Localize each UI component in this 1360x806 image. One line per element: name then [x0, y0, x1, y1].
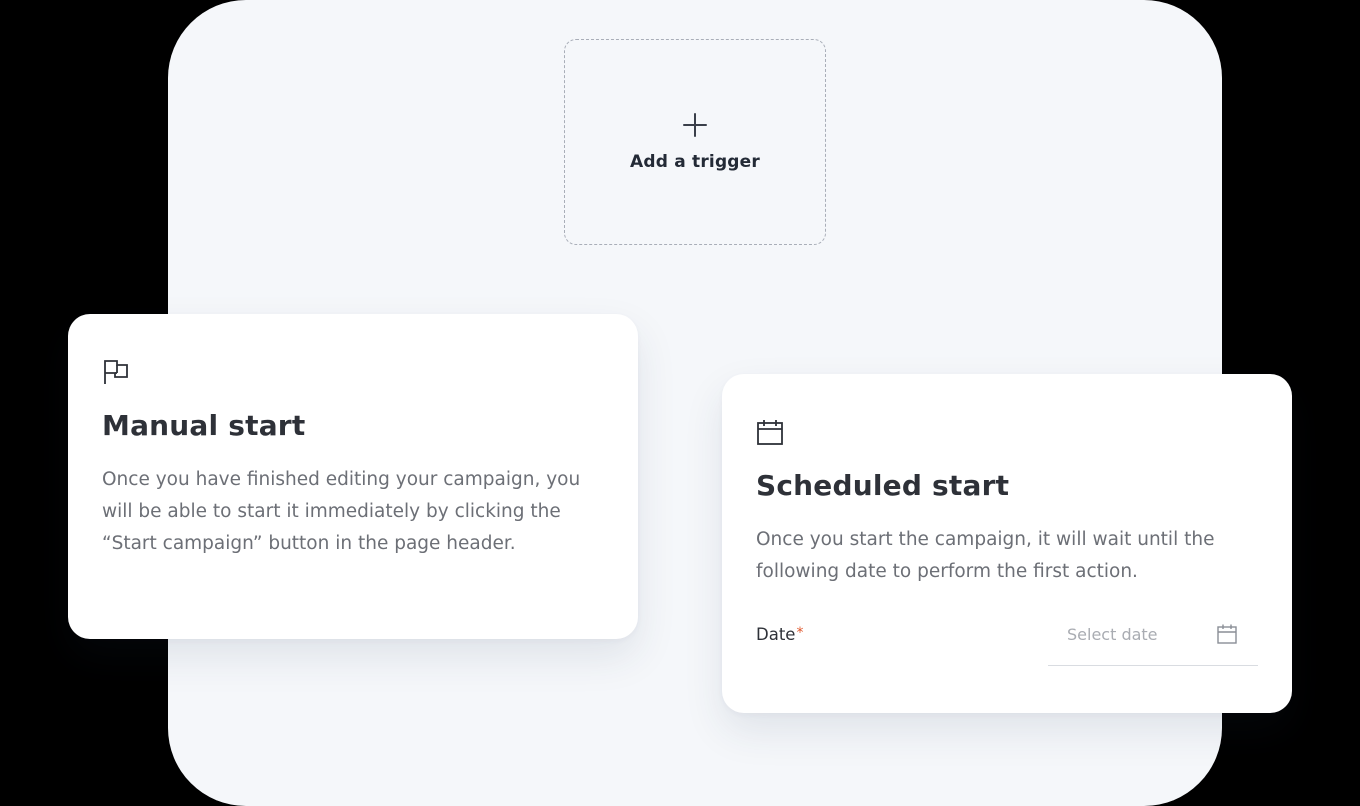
calendar-icon[interactable] — [1216, 623, 1238, 645]
workflow-stage: Add a trigger Manual start Once you have… — [0, 0, 1360, 806]
date-label: Date* — [756, 625, 803, 644]
calendar-icon — [757, 420, 783, 445]
manual-start-description: Once you have finished editing your camp… — [102, 469, 581, 554]
date-row: Date* Select date — [756, 619, 1258, 667]
scheduled-start-title: Scheduled start — [756, 469, 1010, 502]
date-picker-input[interactable]: Select date — [1048, 619, 1258, 666]
date-placeholder: Select date — [1067, 625, 1158, 644]
scheduled-start-description: Once you start the campaign, it will wai… — [756, 529, 1215, 582]
scheduled-start-card[interactable]: Scheduled start Once you start the campa… — [722, 374, 1292, 713]
manual-start-card[interactable]: Manual start Once you have finished edit… — [68, 314, 638, 639]
date-label-text: Date — [756, 625, 796, 644]
manual-start-title: Manual start — [102, 409, 306, 442]
add-trigger-button[interactable]: Add a trigger — [564, 39, 826, 245]
plus-icon — [683, 113, 707, 137]
add-trigger-label: Add a trigger — [630, 152, 760, 172]
flag-icon — [104, 360, 128, 384]
required-mark: * — [796, 625, 804, 641]
